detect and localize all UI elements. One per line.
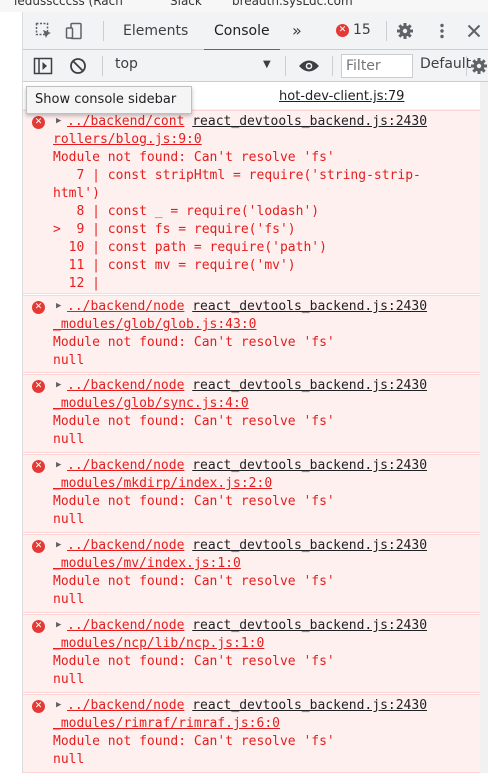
source-link[interactable]: react_devtools_backend.js:2430 xyxy=(192,538,427,553)
tab-console[interactable]: Console xyxy=(204,12,280,51)
console-scrollbar[interactable] xyxy=(480,82,488,773)
console-toolbar: top ▼ Default xyxy=(23,50,488,82)
source-link[interactable]: react_devtools_backend.js:2430 xyxy=(192,378,427,393)
expand-triangle-icon[interactable]: ▶ xyxy=(56,700,61,710)
error-icon: ✕ xyxy=(32,700,45,713)
code-line: > 9 | const fs = require('fs') xyxy=(53,222,296,237)
error-text: Module not found: Can't resolve 'fs' xyxy=(53,414,335,429)
code-line: 12 | xyxy=(53,276,100,291)
console-error-message[interactable]: ✕ ▶ ../backend/cont react_devtools_backe… xyxy=(23,110,488,294)
file-path-link[interactable]: ../backend/node xyxy=(67,378,184,393)
error-icon: ✕ xyxy=(32,116,45,129)
error-text: Module not found: Can't resolve 'fs' xyxy=(53,574,335,589)
live-expression-eye-icon[interactable] xyxy=(298,58,320,78)
expand-triangle-icon[interactable]: ▶ xyxy=(56,380,61,390)
log-levels-dropdown[interactable]: Default xyxy=(420,56,471,72)
console-error-message[interactable]: ✕ ▶ ../backend/node react_devtools_backe… xyxy=(23,454,488,533)
code-line: 8 | const _ = require('lodash') xyxy=(53,204,320,219)
expand-triangle-icon[interactable]: ▶ xyxy=(56,301,61,311)
devtools-tabbar: Elements Console » ✕ 15 xyxy=(23,12,488,51)
source-link[interactable]: react_devtools_backend.js:2430 xyxy=(192,299,427,314)
console-error-message[interactable]: ✕ ▶ ../backend/node react_devtools_backe… xyxy=(23,374,488,453)
expand-triangle-icon[interactable]: ▶ xyxy=(56,116,61,126)
filter-input[interactable] xyxy=(341,54,413,78)
error-value: null xyxy=(53,672,85,687)
file-path-link[interactable]: _modules/glob/glob.js:43:0 xyxy=(53,317,257,332)
console-error-message[interactable]: ✕ ▶ ../backend/node react_devtools_backe… xyxy=(23,295,488,373)
clear-console-icon[interactable] xyxy=(69,57,87,79)
source-link[interactable]: hot-dev-client.js:79 xyxy=(279,89,404,104)
error-text: Module not found: Can't resolve 'fs' xyxy=(53,335,335,350)
code-line: html') xyxy=(53,186,100,201)
file-path-link[interactable]: _modules/ncp/lib/ncp.js:1:0 xyxy=(53,636,264,651)
error-text: Module not found: Can't resolve 'fs' xyxy=(53,734,335,749)
file-path-link[interactable]: _modules/mkdirp/index.js:2:0 xyxy=(53,476,272,491)
context-selector[interactable]: top xyxy=(115,56,138,72)
error-text: Module not found: Can't resolve 'fs' xyxy=(53,654,335,669)
console-error-message[interactable]: ✕ ▶ ../backend/node react_devtools_backe… xyxy=(23,614,488,693)
console-sidebar-toggle-icon[interactable] xyxy=(33,57,53,79)
code-line: 7 | const stripHtml = require('string-st… xyxy=(53,168,421,183)
error-text: Module not found: Can't resolve 'fs' xyxy=(53,150,335,165)
file-path-link[interactable]: ../backend/cont xyxy=(67,114,184,129)
sidebar-tooltip: Show console sidebar xyxy=(26,86,192,114)
error-text: Module not found: Can't resolve 'fs' xyxy=(53,494,335,509)
error-icon: ✕ xyxy=(32,540,45,553)
bookmark-item[interactable]: Slack xyxy=(170,0,202,8)
error-value: null xyxy=(53,592,85,607)
error-value: null xyxy=(53,432,85,447)
file-path-link[interactable]: _modules/mv/index.js:1:0 xyxy=(53,556,241,571)
source-link[interactable]: react_devtools_backend.js:2430 xyxy=(192,698,427,713)
page-gutter xyxy=(0,12,23,773)
more-tabs-icon[interactable]: » xyxy=(292,12,302,50)
file-path-link[interactable]: _modules/glob/sync.js:4:0 xyxy=(53,396,249,411)
console-messages: ed hot-dev-client.js:79 ✕ ▶ ../backend/c… xyxy=(23,82,488,773)
bookmark-item[interactable]: breadth.sysLdc.com xyxy=(232,0,353,8)
code-line: 10 | const path = require('path') xyxy=(53,240,327,255)
inspect-element-icon[interactable] xyxy=(35,22,53,44)
expand-triangle-icon[interactable]: ▶ xyxy=(56,540,61,550)
tab-elements[interactable]: Elements xyxy=(123,12,188,50)
file-path-link[interactable]: ../backend/node xyxy=(67,538,184,553)
error-icon: ✕ xyxy=(32,460,45,473)
source-link[interactable]: react_devtools_backend.js:2430 xyxy=(192,618,427,633)
file-path-link[interactable]: ../backend/node xyxy=(67,299,184,314)
error-icon: ✕ xyxy=(32,620,45,633)
error-icon: ✕ xyxy=(32,301,45,314)
console-error-message[interactable]: ✕ ▶ ../backend/node react_devtools_backe… xyxy=(23,534,488,613)
file-path-link[interactable]: _modules/rimraf/rimraf.js:6:0 xyxy=(53,716,280,731)
file-path-link[interactable]: ../backend/node xyxy=(67,698,184,713)
source-link[interactable]: react_devtools_backend.js:2430 xyxy=(192,458,427,473)
source-link[interactable]: react_devtools_backend.js:2430 xyxy=(192,114,427,129)
dropdown-arrow-icon[interactable]: ▼ xyxy=(263,59,271,70)
error-value: null xyxy=(53,512,85,527)
settings-gear-icon[interactable] xyxy=(396,22,414,44)
error-icon: ✕ xyxy=(32,380,45,393)
file-path-link[interactable]: ../backend/node xyxy=(67,618,184,633)
file-path-link[interactable]: ../backend/node xyxy=(67,458,184,473)
expand-triangle-icon[interactable]: ▶ xyxy=(56,460,61,470)
bookmarks-bar: iedusscccss (Rach Slack breadth.sysLdc.c… xyxy=(0,0,488,12)
code-line: 11 | const mv = require('mv') xyxy=(53,258,296,273)
error-value: null xyxy=(53,752,85,767)
console-settings-gear-icon[interactable] xyxy=(470,57,488,79)
error-icon: ✕ xyxy=(336,23,349,37)
error-value: null xyxy=(53,353,85,368)
device-toolbar-icon[interactable] xyxy=(65,22,83,44)
error-count-badge[interactable]: ✕ 15 xyxy=(336,22,371,38)
console-error-message[interactable]: ✕ ▶ ../backend/node react_devtools_backe… xyxy=(23,694,488,773)
kebab-menu-icon[interactable] xyxy=(433,22,451,44)
bookmark-item[interactable]: iedusscccss (Rach xyxy=(14,0,123,8)
close-devtools-icon[interactable] xyxy=(465,22,483,44)
expand-triangle-icon[interactable]: ▶ xyxy=(56,620,61,630)
file-path-link[interactable]: rollers/blog.js:9:0 xyxy=(53,132,202,147)
